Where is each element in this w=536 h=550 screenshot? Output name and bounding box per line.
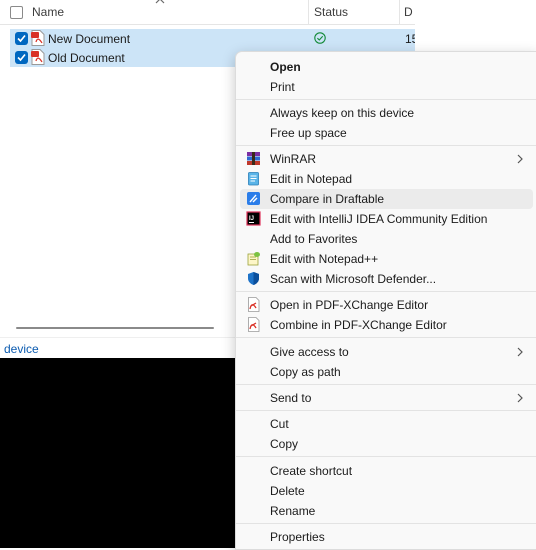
background-area xyxy=(0,358,240,548)
chevron-right-icon xyxy=(517,393,523,403)
menu-item-edit-with-intellij[interactable]: IJ Edit with IntelliJ IDEA Community Edi… xyxy=(240,209,533,229)
menu-item-send-to[interactable]: Send to xyxy=(240,388,533,408)
row-checkbox[interactable] xyxy=(15,32,28,45)
menu-item-label: Open in PDF-XChange Editor xyxy=(270,298,429,312)
menu-item-label: Cut xyxy=(270,417,289,431)
menu-item-label: Always keep on this device xyxy=(270,106,415,120)
menu-item-label: Compare in Draftable xyxy=(270,192,385,206)
menu-item-compare-in-draftable[interactable]: Compare in Draftable xyxy=(240,189,533,209)
menu-item-label: Copy as path xyxy=(270,365,341,379)
menu-item-label: Send to xyxy=(270,391,312,405)
pdf-file-icon xyxy=(31,49,45,65)
menu-item-label: Create shortcut xyxy=(270,464,353,478)
file-name: New Document xyxy=(48,32,131,46)
intellij-icon: IJ xyxy=(246,211,261,226)
menu-item-label: Open xyxy=(270,60,301,74)
menu-separator xyxy=(236,384,536,385)
menu-item-label: Delete xyxy=(270,484,305,498)
checkmark-icon xyxy=(17,34,26,43)
menu-item-free-up-space[interactable]: Free up space xyxy=(240,123,533,143)
menu-separator xyxy=(236,456,536,457)
status-bar-text: device xyxy=(4,342,39,356)
menu-item-scan-with-defender[interactable]: Scan with Microsoft Defender... xyxy=(240,269,533,289)
pdf-xchange-icon xyxy=(248,297,260,312)
menu-separator xyxy=(236,337,536,338)
menu-item-always-keep[interactable]: Always keep on this device xyxy=(240,103,533,123)
svg-text:IJ: IJ xyxy=(249,216,254,222)
menu-item-give-access-to[interactable]: Give access to xyxy=(240,342,533,362)
draftable-icon xyxy=(247,192,260,205)
notepad-icon xyxy=(248,172,259,186)
menu-item-copy[interactable]: Copy xyxy=(240,434,533,454)
chevron-right-icon xyxy=(517,154,523,164)
menu-item-combine-in-pdf-xchange[interactable]: Combine in PDF-XChange Editor xyxy=(240,315,533,335)
menu-separator xyxy=(236,291,536,292)
menu-item-delete[interactable]: Delete xyxy=(240,481,533,501)
column-divider[interactable] xyxy=(308,0,309,24)
menu-item-properties[interactable]: Properties xyxy=(240,527,533,547)
synced-status-icon xyxy=(314,32,326,44)
menu-item-label: Edit with IntelliJ IDEA Community Editio… xyxy=(270,212,488,226)
menu-item-edit-with-notepad-plus-plus[interactable]: Edit with Notepad++ xyxy=(240,249,533,269)
chevron-right-icon xyxy=(517,347,523,357)
menu-item-open[interactable]: Open xyxy=(240,57,533,77)
menu-separator xyxy=(236,410,536,411)
menu-item-label: Properties xyxy=(270,530,325,544)
menu-item-open-in-pdf-xchange[interactable]: Open in PDF-XChange Editor xyxy=(240,295,533,315)
winrar-icon xyxy=(247,152,260,165)
defender-shield-icon xyxy=(248,272,259,285)
menu-item-label: Scan with Microsoft Defender... xyxy=(270,272,437,286)
column-header-row: Name Status D xyxy=(0,0,415,25)
menu-item-create-shortcut[interactable]: Create shortcut xyxy=(240,461,533,481)
menu-item-edit-in-notepad[interactable]: Edit in Notepad xyxy=(240,169,533,189)
column-header-status[interactable]: Status xyxy=(314,5,348,19)
file-name: Old Document xyxy=(48,51,125,65)
menu-item-cut[interactable]: Cut xyxy=(240,414,533,434)
menu-item-label: Combine in PDF-XChange Editor xyxy=(270,318,447,332)
pdf-file-icon xyxy=(31,30,45,46)
column-header-date[interactable]: D xyxy=(404,5,413,19)
menu-item-label: Copy xyxy=(270,437,299,451)
menu-item-label: WinRAR xyxy=(270,152,317,166)
menu-item-label: Edit in Notepad xyxy=(270,172,353,186)
menu-item-copy-as-path[interactable]: Copy as path xyxy=(240,362,533,382)
select-all-checkbox[interactable] xyxy=(10,6,23,19)
menu-item-label: Free up space xyxy=(270,126,347,140)
checkmark-icon xyxy=(17,53,26,62)
menu-item-add-to-favorites[interactable]: Add to Favorites xyxy=(240,229,533,249)
menu-item-label: Rename xyxy=(270,504,316,518)
file-row[interactable]: New Document 15 xyxy=(10,29,418,48)
menu-separator xyxy=(236,99,536,100)
column-header-name[interactable]: Name xyxy=(32,5,64,19)
row-checkbox[interactable] xyxy=(15,51,28,64)
notepad-plus-plus-icon xyxy=(247,252,260,266)
menu-separator xyxy=(236,145,536,146)
menu-item-label: Add to Favorites xyxy=(270,232,358,246)
context-menu: Open Print Always keep on this device Fr… xyxy=(235,51,536,550)
menu-item-print[interactable]: Print xyxy=(240,77,533,97)
menu-item-winrar[interactable]: WinRAR xyxy=(240,149,533,169)
menu-item-rename[interactable]: Rename xyxy=(240,501,533,521)
horizontal-scrollbar[interactable] xyxy=(16,327,214,329)
menu-item-label: Edit with Notepad++ xyxy=(270,252,379,266)
pdf-xchange-icon xyxy=(248,317,260,332)
column-divider[interactable] xyxy=(399,0,400,24)
menu-item-label: Print xyxy=(270,80,295,94)
menu-separator xyxy=(236,523,536,524)
menu-item-label: Give access to xyxy=(270,345,349,359)
